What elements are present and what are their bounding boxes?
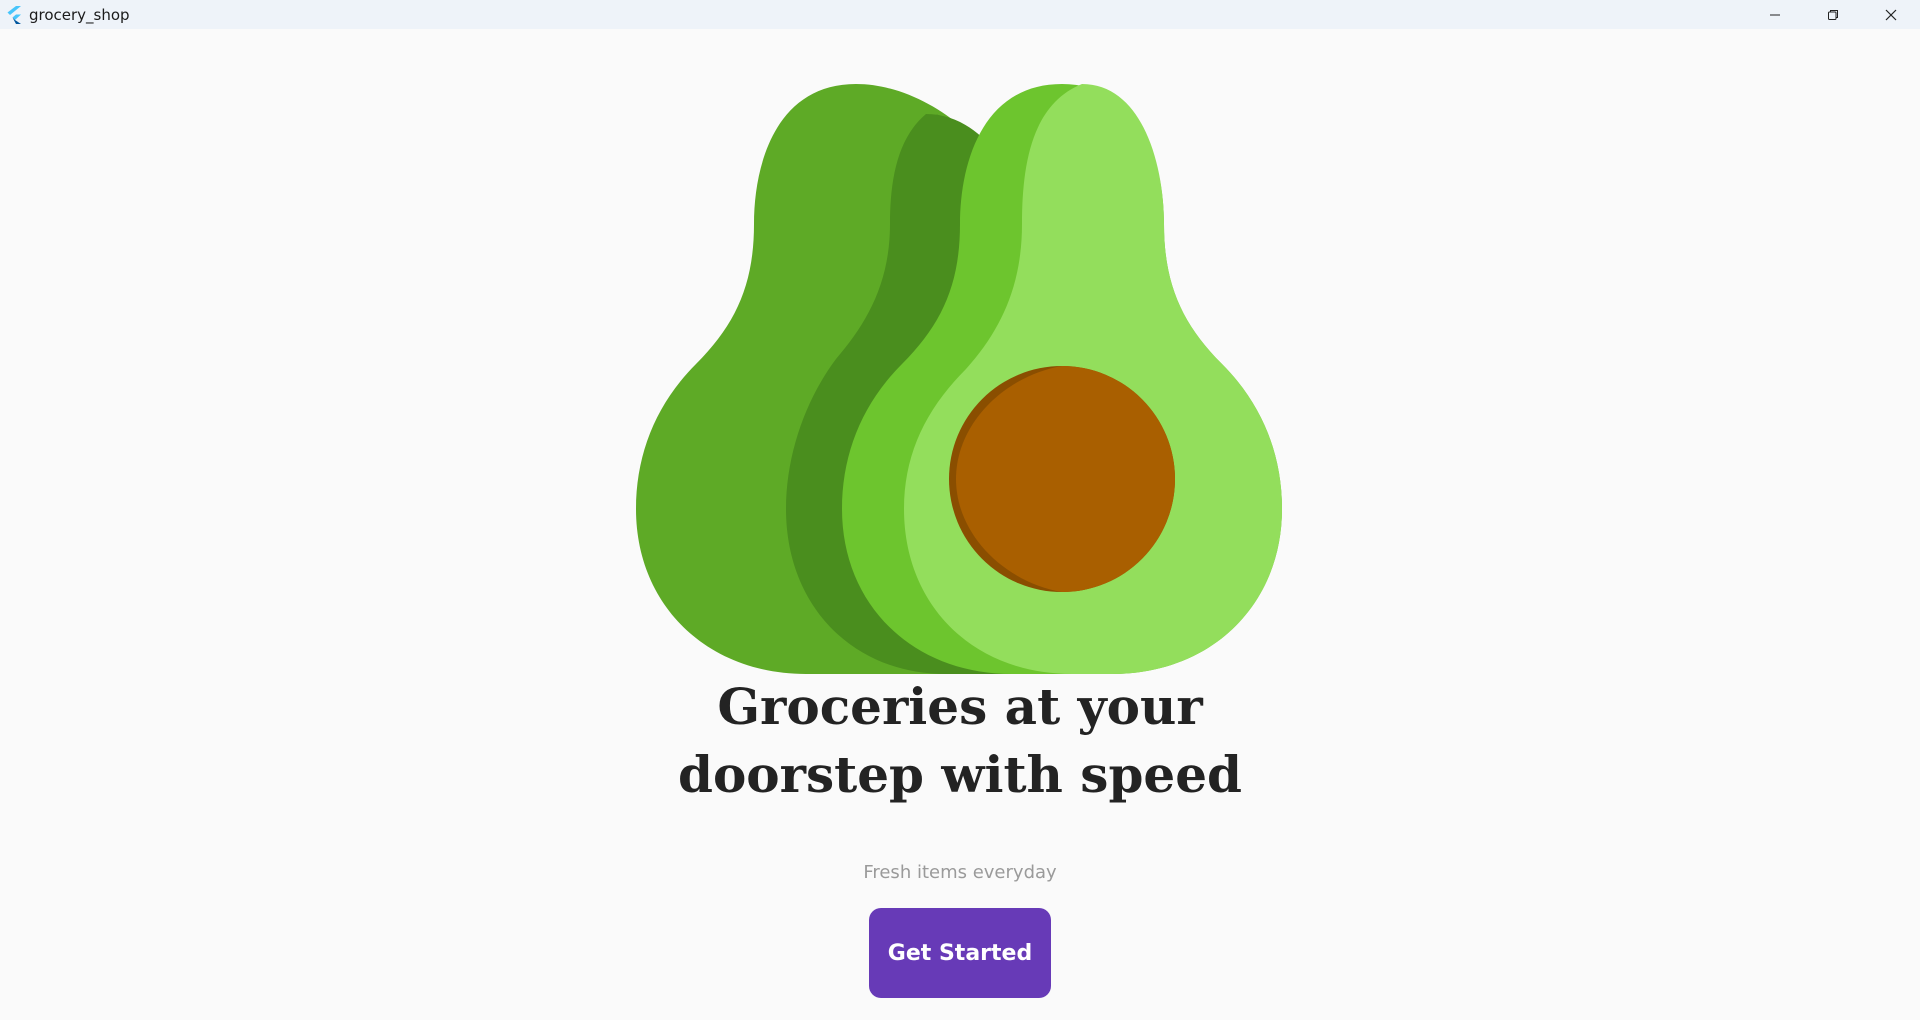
get-started-button[interactable]: Get Started	[869, 908, 1051, 998]
page-title: Groceries at your doorstep with speed	[560, 673, 1360, 809]
restore-button[interactable]	[1804, 0, 1862, 29]
headline-line-2: doorstep with speed	[677, 745, 1242, 804]
restore-icon	[1828, 9, 1838, 20]
avocado-icon	[636, 84, 1282, 674]
onboarding-screen: Groceries at your doorstep with speed Fr…	[0, 29, 1920, 1020]
headline-line-1: Groceries at your	[717, 677, 1203, 736]
minimize-button[interactable]	[1746, 0, 1804, 29]
window-title: grocery_shop	[29, 5, 130, 24]
flutter-logo-icon	[6, 5, 24, 24]
subtitle: Fresh items everyday	[863, 862, 1057, 883]
close-button[interactable]	[1862, 0, 1920, 29]
close-icon	[1885, 9, 1897, 20]
window-titlebar: grocery_shop	[0, 0, 1920, 29]
window-controls	[1746, 0, 1920, 29]
minimize-icon	[1770, 14, 1780, 15]
